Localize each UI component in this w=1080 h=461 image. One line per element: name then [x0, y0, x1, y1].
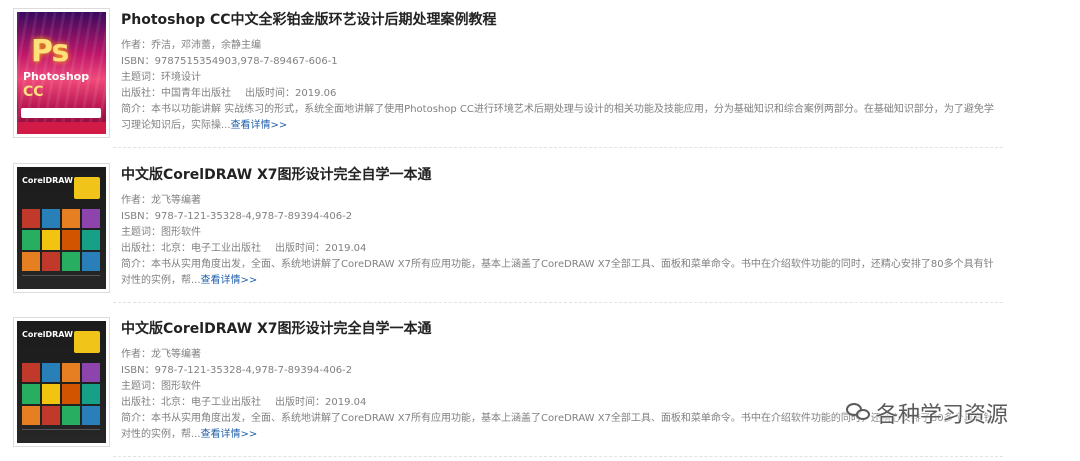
cover-cc: CC [23, 84, 44, 100]
isbn-field: ISBN：978-7-121-35328-4,978-7-89394-406-2 [121, 209, 1001, 225]
photoshop-logo: Ps [31, 34, 69, 69]
author-label: 作者： [121, 195, 151, 206]
author-field: 作者：龙飞等编著 [121, 193, 1001, 209]
publisher-value: 中国青年出版社 [161, 88, 231, 99]
summary-field: 简介：本书从实用角度出发，全面、系统地讲解了CoreDRAW X7所有应用功能，… [121, 257, 1001, 289]
list-item: CorelDRAW X7 中文版CorelDRAW X7图形设计完全自学一本通 … [0, 160, 1010, 310]
summary-field: 简介：本书以功能讲解 实战练习的形式，系统全面地讲解了使用Photoshop C… [121, 102, 1001, 134]
view-details-link[interactable]: 查看详情>> [231, 120, 288, 131]
book-cover[interactable]: Ps Photoshop CC [13, 8, 110, 138]
divider [113, 456, 1003, 457]
cover-artwork [22, 363, 100, 425]
pubdate-label: 出版时间： [275, 397, 325, 408]
subject-field: 主题词：图形软件 [121, 225, 1001, 241]
cover-image: CorelDRAW X7 [17, 321, 106, 443]
pubdate-value: 2019.04 [325, 397, 367, 408]
book-info: 中文版CorelDRAW X7图形设计完全自学一本通 作者：龙飞等编著 ISBN… [121, 160, 1001, 289]
list-item: CorelDRAW X7 中文版CorelDRAW X7图形设计完全自学一本通 … [0, 314, 1010, 461]
author-field: 作者：龙飞等编著 [121, 347, 1001, 363]
author-label: 作者： [121, 40, 151, 51]
author-value: 龙飞等编著 [151, 195, 201, 206]
pubdate-label: 出版时间： [245, 88, 295, 99]
isbn-value: 9787515354903,978-7-89467-606-1 [154, 56, 338, 67]
wechat-icon [846, 403, 872, 423]
subject-value: 图形软件 [161, 381, 201, 392]
book-cover[interactable]: CorelDRAW X7 [13, 317, 110, 447]
book-cover[interactable]: CorelDRAW X7 [13, 163, 110, 293]
divider [113, 302, 1003, 303]
list-item: Ps Photoshop CC Photoshop CC中文全彩铂金版环艺设计后… [0, 5, 1010, 155]
view-details-link[interactable]: 查看详情>> [201, 429, 258, 440]
summary-label: 简介： [121, 259, 151, 270]
publisher-field: 出版社：北京：电子工业出版社 出版时间：2019.04 [121, 241, 1001, 257]
author-value: 乔洁，邓沛蕾，余静主编 [151, 40, 261, 51]
isbn-label: ISBN： [121, 56, 155, 67]
cover-badge [74, 177, 100, 199]
watermark-text: 各种学习资源 [876, 403, 1009, 428]
pubdate-label: 出版时间： [275, 243, 325, 254]
isbn-value: 978-7-121-35328-4,978-7-89394-406-2 [154, 211, 353, 222]
isbn-value: 978-7-121-35328-4,978-7-89394-406-2 [154, 365, 353, 376]
subject-label: 主题词： [121, 72, 161, 83]
publisher-field: 出版社：中国青年出版社 出版时间：2019.06 [121, 86, 1001, 102]
subject-label: 主题词： [121, 227, 161, 238]
publisher-value: 北京：电子工业出版社 [161, 243, 261, 254]
cover-foot [22, 429, 100, 437]
cover-foot [22, 275, 100, 283]
author-value: 龙飞等编著 [151, 349, 201, 360]
cover-base [17, 122, 106, 134]
subject-value: 环境设计 [161, 72, 201, 83]
isbn-label: ISBN： [121, 365, 155, 376]
pubdate-value: 2019.06 [295, 88, 337, 99]
cover-word: Photoshop [23, 70, 90, 83]
cover-badge [74, 331, 100, 353]
watermark: 各种学习资源 [846, 394, 1008, 432]
book-info: Photoshop CC中文全彩铂金版环艺设计后期处理案例教程 作者：乔洁，邓沛… [121, 5, 1001, 134]
subject-label: 主题词： [121, 381, 161, 392]
cover-image: Ps Photoshop CC [17, 12, 106, 134]
publisher-label: 出版社： [121, 88, 161, 99]
summary-label: 简介： [121, 413, 151, 424]
publisher-value: 北京：电子工业出版社 [161, 397, 261, 408]
summary-label: 简介： [121, 104, 151, 115]
cover-artwork [22, 209, 100, 271]
divider [113, 147, 1003, 148]
subject-field: 主题词：环境设计 [121, 70, 1001, 86]
publisher-label: 出版社： [121, 243, 161, 254]
book-title[interactable]: Photoshop CC中文全彩铂金版环艺设计后期处理案例教程 [121, 10, 1001, 30]
isbn-label: ISBN： [121, 211, 155, 222]
subject-field: 主题词：图形软件 [121, 379, 1001, 395]
author-field: 作者：乔洁，邓沛蕾，余静主编 [121, 38, 1001, 54]
book-title[interactable]: 中文版CorelDRAW X7图形设计完全自学一本通 [121, 319, 1001, 339]
cover-band [21, 108, 101, 118]
subject-value: 图形软件 [161, 227, 201, 238]
author-label: 作者： [121, 349, 151, 360]
isbn-field: ISBN：978-7-121-35328-4,978-7-89394-406-2 [121, 363, 1001, 379]
cover-image: CorelDRAW X7 [17, 167, 106, 289]
isbn-field: ISBN：9787515354903,978-7-89467-606-1 [121, 54, 1001, 70]
pubdate-value: 2019.04 [325, 243, 367, 254]
book-title[interactable]: 中文版CorelDRAW X7图形设计完全自学一本通 [121, 165, 1001, 185]
publisher-label: 出版社： [121, 397, 161, 408]
view-details-link[interactable]: 查看详情>> [201, 275, 258, 286]
